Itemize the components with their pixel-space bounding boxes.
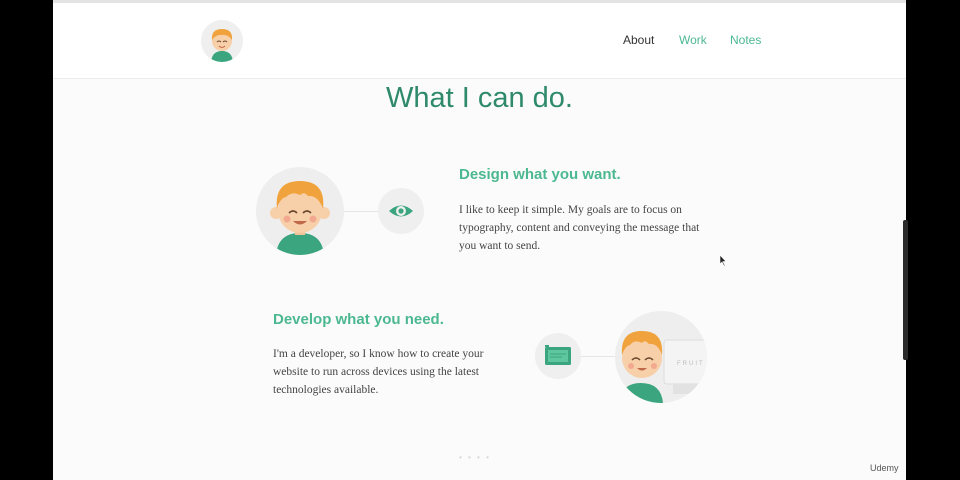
design-connector-line	[344, 211, 379, 212]
nav-work-link[interactable]: Work	[679, 33, 707, 47]
avatar-face-icon	[201, 20, 243, 62]
logo-avatar[interactable]	[201, 20, 243, 62]
eye-icon	[389, 205, 413, 217]
site-header: About Work Notes	[53, 3, 906, 79]
develop-feature-title: Develop what you need.	[273, 311, 444, 328]
develop-avatar-illustration: FRUIT	[615, 311, 707, 403]
boy-at-computer-icon: FRUIT	[619, 331, 707, 403]
monitor-icon-badge	[535, 333, 581, 379]
fruit-label: FRUIT	[677, 361, 705, 367]
nav-notes-link[interactable]: Notes	[730, 33, 761, 47]
design-avatar-illustration	[256, 167, 344, 255]
pagination-dots: • • • •	[459, 453, 491, 462]
boy-avatar-icon	[270, 181, 330, 255]
monitor-icon	[545, 345, 571, 365]
design-feature-text: I like to keep it simple. My goals are t…	[459, 204, 700, 252]
page-title: What I can do.	[386, 82, 573, 114]
udemy-watermark: Udemy	[870, 463, 899, 473]
develop-connector-line	[581, 356, 615, 357]
design-feature-title: Design what you want.	[459, 166, 621, 183]
browser-viewport: About Work Notes What I can do. Design w…	[53, 0, 906, 480]
develop-feature-text: I'm a developer, so I know how to create…	[273, 348, 484, 396]
scrollbar-thumb[interactable]	[903, 220, 908, 360]
nav-about-link[interactable]: About	[623, 33, 654, 47]
eye-icon-badge	[378, 188, 424, 234]
mouse-cursor-icon	[719, 254, 728, 272]
